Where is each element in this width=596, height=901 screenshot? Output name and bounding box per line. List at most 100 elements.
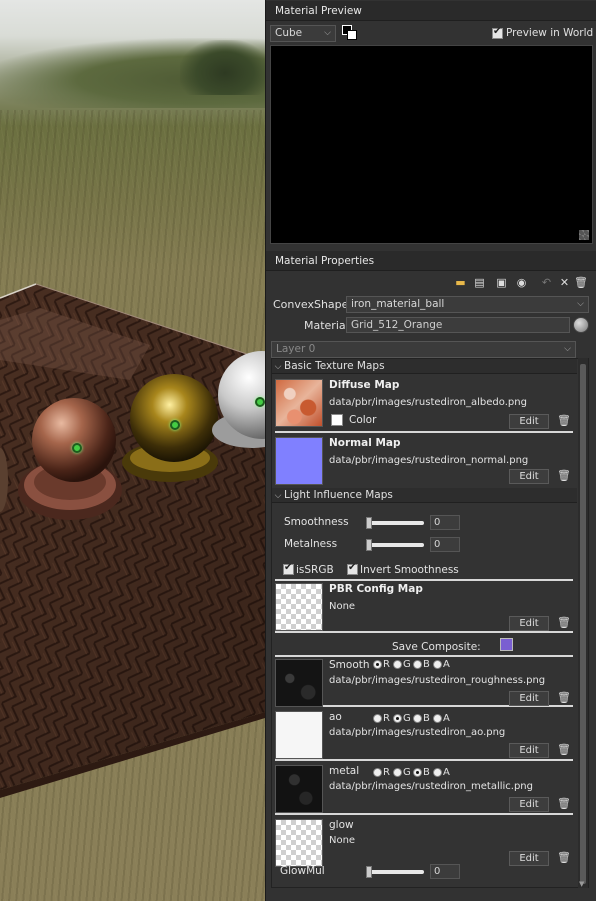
pbr-config-trash-icon[interactable]: 🗑	[557, 617, 571, 629]
collapse-triangle-icon: ⌵	[274, 362, 282, 372]
scroll-down-icon[interactable]: ▼	[579, 880, 587, 888]
scene-viewport[interactable]	[0, 0, 265, 901]
layer-select[interactable]: Layer 0 ⌵	[271, 341, 576, 358]
ao-thumbnail[interactable]	[275, 711, 323, 759]
metal-channel-b-radio[interactable]	[413, 768, 422, 777]
ao-channel-r-radio[interactable]	[373, 714, 382, 723]
object-select[interactable]: iron_material_ball ⌵	[346, 296, 589, 313]
light-influence-maps-header[interactable]: ⌵ Light Influence Maps	[272, 488, 577, 503]
diffuse-map-thumbnail[interactable]	[275, 379, 323, 427]
diffuse-edit-button[interactable]: Edit	[509, 414, 549, 429]
smooth-channel-g-radio[interactable]	[393, 660, 402, 669]
normal-trash-icon[interactable]: 🗑	[557, 470, 571, 482]
document-icon[interactable]: ▤	[473, 276, 486, 289]
material-properties-header[interactable]: Material Properties	[266, 251, 596, 271]
save-composite-icon[interactable]	[500, 638, 513, 651]
ao-channel-b-radio[interactable]	[413, 714, 422, 723]
pbr-config-thumbnail[interactable]	[275, 583, 323, 631]
material-preview-canvas[interactable]	[270, 45, 593, 244]
preview-in-world-checkbox[interactable]	[492, 26, 503, 39]
channel-g-label: G	[403, 659, 411, 670]
ao-map-path: data/pbr/images/rustediron_ao.png	[329, 727, 506, 738]
glow-edit-button[interactable]: Edit	[509, 851, 549, 866]
glow-mul-slider-track[interactable]	[366, 870, 424, 874]
material-preview-header[interactable]: Material Preview	[266, 1, 596, 21]
globe-icon[interactable]	[573, 317, 589, 333]
glow-map-block: glow None Edit 🗑	[275, 817, 573, 869]
diffuse-trash-icon[interactable]: 🗑	[557, 415, 571, 427]
scrollbar-thumb[interactable]	[580, 364, 586, 884]
roughness-thumbnail[interactable]	[275, 659, 323, 707]
glow-trash-icon[interactable]: 🗑	[557, 852, 571, 864]
diffuse-color-swatch[interactable]	[331, 414, 343, 426]
invert-smoothness-checkbox[interactable]	[347, 562, 358, 575]
selection-gizmo-gold[interactable]	[170, 420, 180, 430]
preview-shape-select[interactable]: Cube ⌵	[270, 25, 336, 42]
smoothness-value-field[interactable]: 0	[430, 515, 460, 530]
ao-channel-g-radio[interactable]	[393, 714, 402, 723]
channel-a-label: A	[443, 659, 450, 670]
metallic-thumbnail[interactable]	[275, 765, 323, 813]
object-select-value: iron_material_ball	[351, 298, 445, 310]
material-name-value: Grid_512_Orange	[351, 319, 443, 331]
ao-trash-icon[interactable]: 🗑	[557, 744, 571, 756]
channel-r-label: R	[383, 713, 390, 724]
preview-in-world-label: Preview in World	[506, 27, 594, 39]
normal-map-block: Normal Map data/pbr/images/rustediron_no…	[275, 435, 573, 485]
smooth-channel-a-radio[interactable]	[433, 660, 442, 669]
channel-g-label: G	[403, 713, 411, 724]
ao-channel-a-radio[interactable]	[433, 714, 442, 723]
channel-b-label: B	[423, 767, 430, 778]
smooth-edit-button[interactable]: Edit	[509, 691, 549, 706]
metal-channel-r-radio[interactable]	[373, 768, 382, 777]
pbr-config-edit-button[interactable]: Edit	[509, 616, 549, 631]
resize-grip-icon[interactable]	[579, 230, 589, 240]
undo-icon[interactable]: ↶	[540, 276, 553, 289]
save-icon[interactable]: ▣	[495, 276, 508, 289]
smooth-trash-icon[interactable]: 🗑	[557, 692, 571, 704]
normal-map-path: data/pbr/images/rustediron_normal.png	[329, 455, 529, 466]
folder-open-icon[interactable]: ▬	[454, 276, 467, 289]
properties-scroll-area[interactable]: ⌵ Basic Texture Maps Diffuse Map data/pbr…	[271, 358, 589, 888]
metal-trash-icon[interactable]: 🗑	[557, 798, 571, 810]
metalness-slider-track[interactable]	[366, 543, 424, 547]
chevron-down-icon: ⌵	[577, 299, 584, 309]
channel-b-label: B	[423, 713, 430, 724]
metal-edit-button[interactable]: Edit	[509, 797, 549, 812]
eye-icon[interactable]: ◉	[515, 276, 528, 289]
metalness-value-field[interactable]: 0	[430, 537, 460, 552]
glow-mul-slider-knob[interactable]	[366, 866, 372, 878]
diffuse-map-path: data/pbr/images/rustediron_albedo.png	[329, 397, 527, 408]
selection-gizmo-copper[interactable]	[72, 443, 82, 453]
smoothness-slider-track[interactable]	[366, 521, 424, 525]
metal-channel-a-radio[interactable]	[433, 768, 442, 777]
save-composite-label: Save Composite:	[392, 641, 481, 653]
glow-map-name: glow	[329, 819, 354, 831]
diffuse-map-title: Diffuse Map	[329, 379, 400, 391]
metalness-slider-knob[interactable]	[366, 539, 372, 551]
preview-toolbar: Cube ⌵ Preview in World	[266, 21, 596, 45]
smooth-channel-r-radio[interactable]	[373, 660, 382, 669]
metal-channel-g-radio[interactable]	[393, 768, 402, 777]
material-label: Material	[304, 319, 349, 332]
close-icon[interactable]: ✕	[558, 276, 571, 289]
material-name-field[interactable]: Grid_512_Orange	[346, 317, 570, 333]
collapse-triangle-icon: ⌵	[274, 491, 282, 501]
trash-icon[interactable]: 🗑	[574, 276, 588, 289]
smooth-channel-b-radio[interactable]	[413, 660, 422, 669]
selection-gizmo-silver[interactable]	[255, 397, 265, 407]
normal-map-title: Normal Map	[329, 437, 401, 449]
properties-scrollbar[interactable]: ▼	[578, 358, 588, 888]
is-srgb-checkbox[interactable]	[283, 562, 294, 575]
normal-edit-button[interactable]: Edit	[509, 469, 549, 484]
normal-map-thumbnail[interactable]	[275, 437, 323, 485]
smoothness-slider-knob[interactable]	[366, 517, 372, 529]
smooth-map-name: Smooth	[329, 659, 370, 671]
diffuse-map-block: Diffuse Map data/pbr/images/rustediron_a…	[275, 377, 573, 433]
basic-texture-maps-header[interactable]: ⌵ Basic Texture Maps	[272, 359, 577, 374]
glow-mul-value-field[interactable]: 0	[430, 864, 460, 879]
glow-thumbnail[interactable]	[275, 819, 323, 867]
background-swatch-icon[interactable]	[342, 25, 358, 41]
layer-select-value: Layer 0	[276, 343, 316, 355]
ao-edit-button[interactable]: Edit	[509, 743, 549, 758]
